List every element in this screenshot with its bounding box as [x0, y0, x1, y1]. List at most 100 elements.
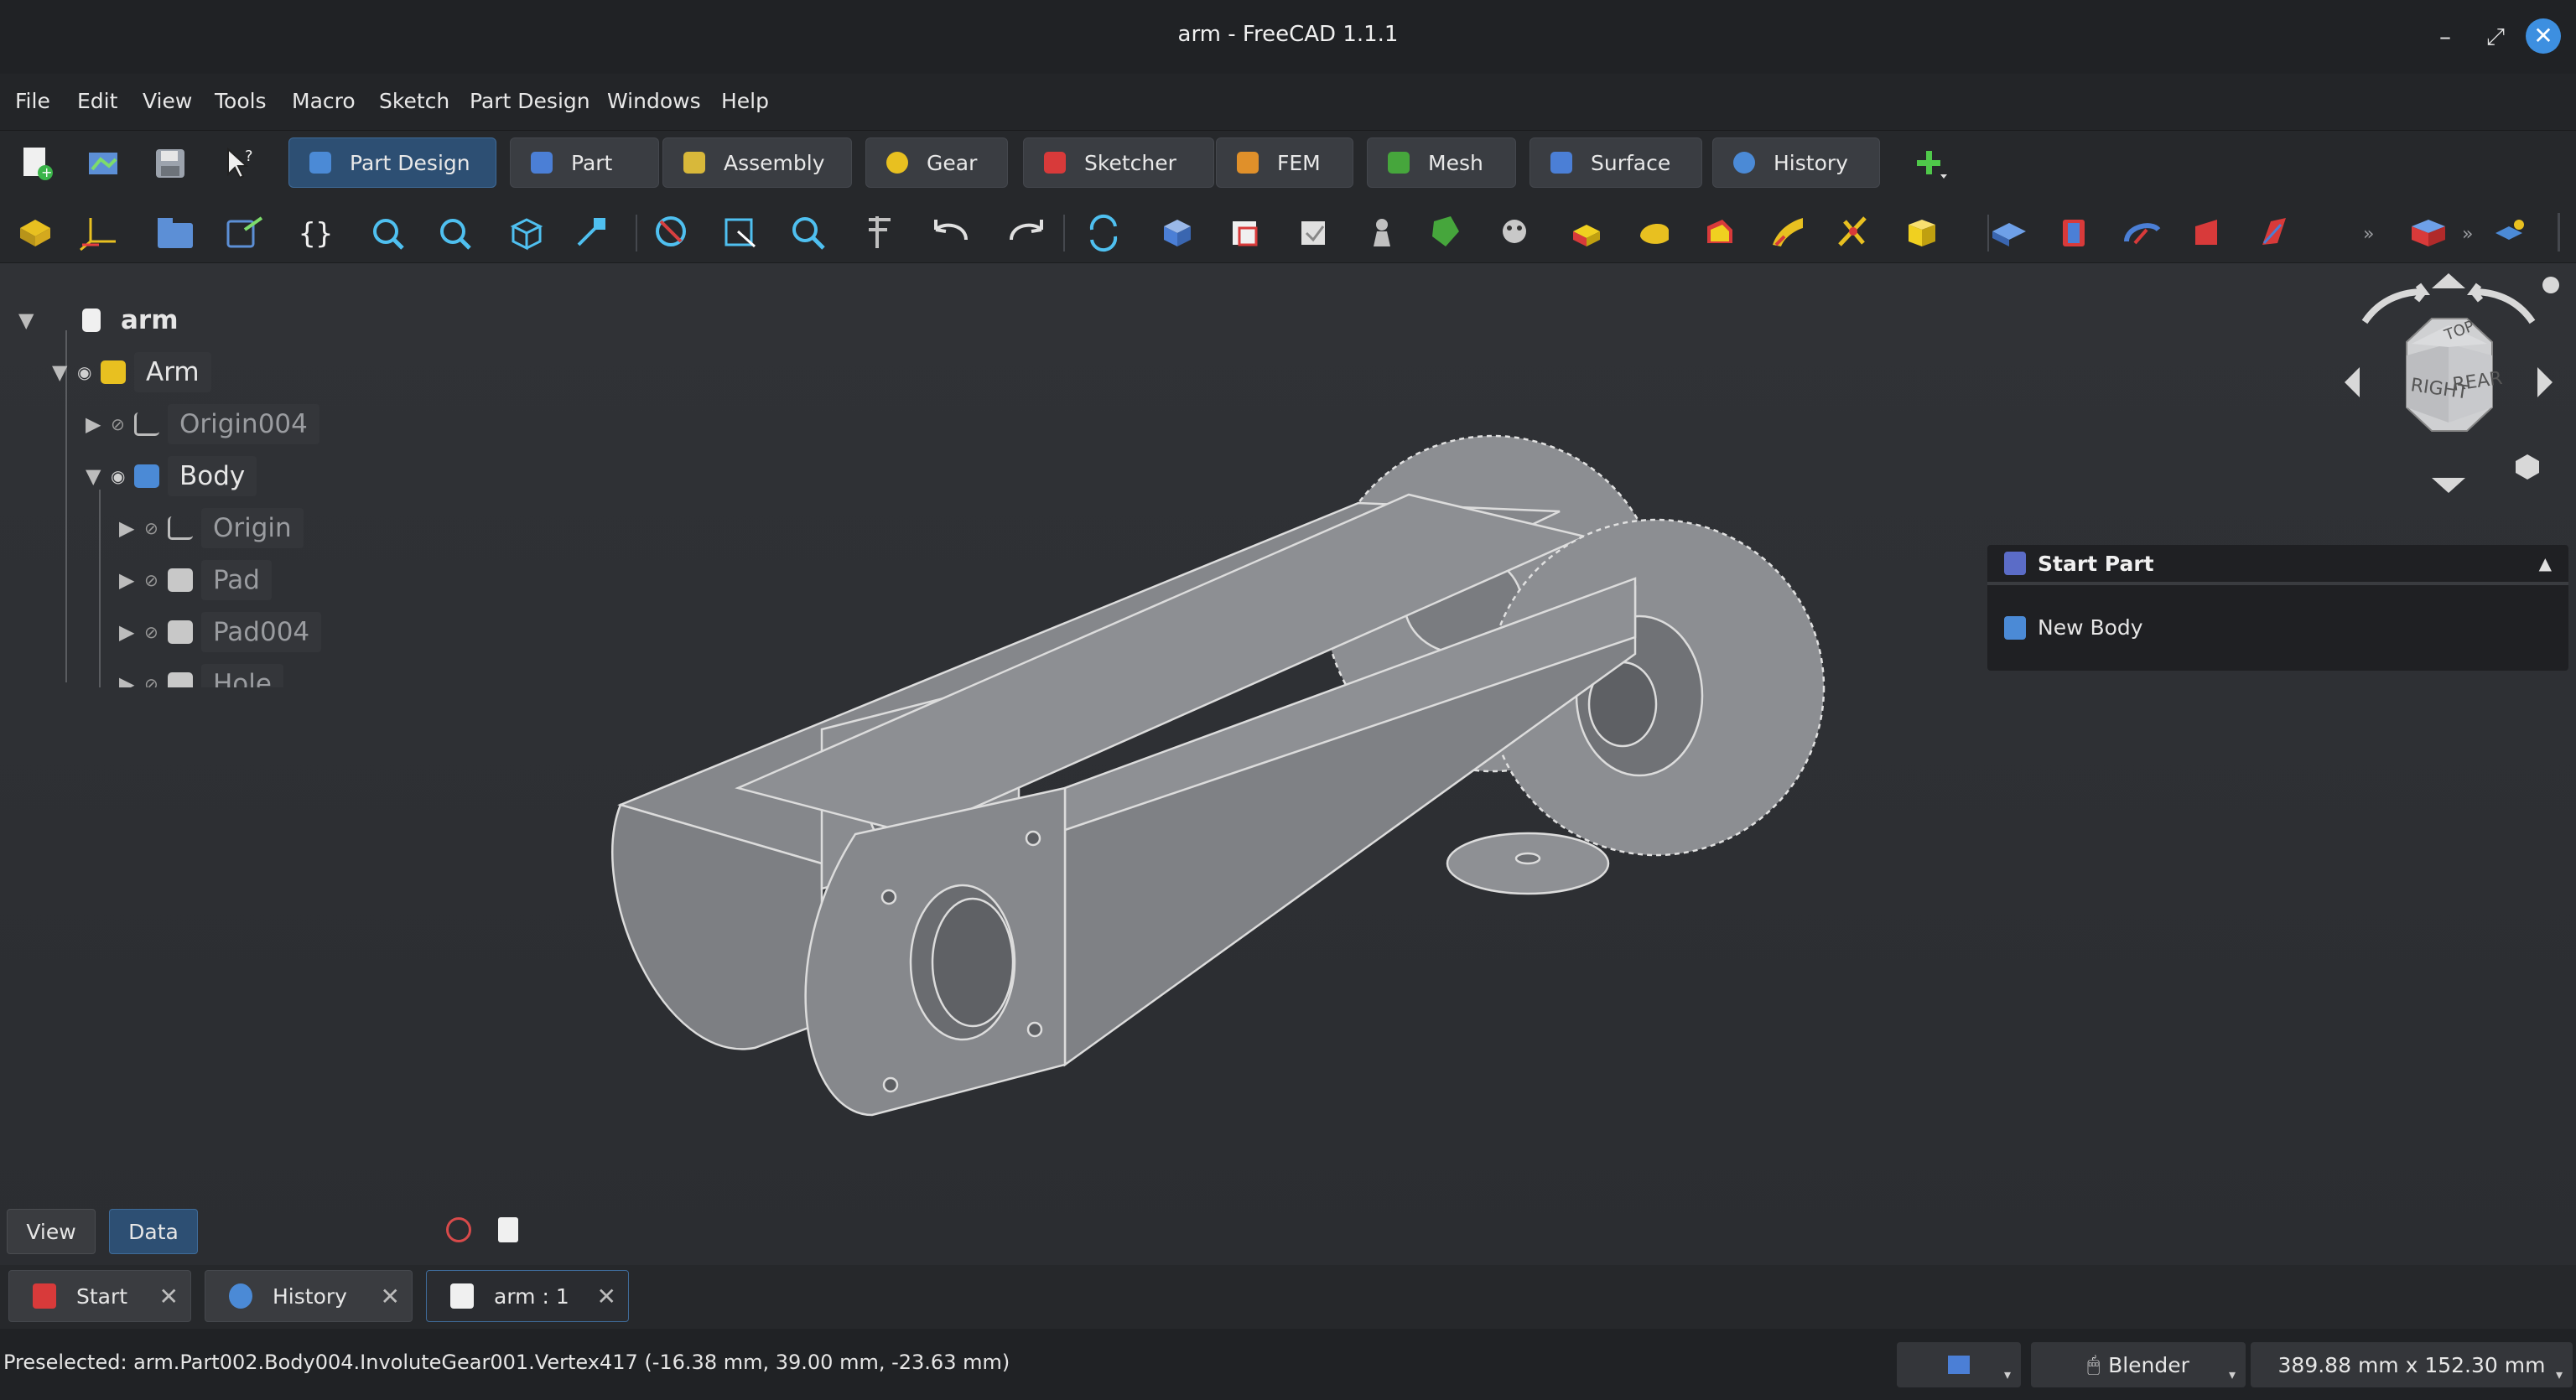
- rotate-left-icon[interactable]: [2361, 283, 2430, 324]
- groove-icon[interactable]: [2124, 223, 2161, 245]
- tree-item-pad004[interactable]: ▶ ⊘ Pad004: [119, 610, 322, 654]
- subtractive-pipe-icon[interactable]: [2262, 218, 2286, 245]
- tab-arm[interactable]: arm : 1 ✕: [426, 1270, 629, 1322]
- fit-selection-icon[interactable]: [440, 219, 471, 250]
- clone-icon[interactable]: [1503, 220, 1526, 243]
- caliper-icon[interactable]: [869, 216, 891, 248]
- subshape-binder-icon[interactable]: [1432, 216, 1459, 246]
- collapse-arrow-icon[interactable]: ▼: [52, 360, 77, 384]
- tab-view[interactable]: View: [7, 1209, 96, 1254]
- whats-this-icon[interactable]: ?: [221, 144, 260, 183]
- tab-assembly[interactable]: Assembly: [662, 137, 852, 188]
- rotate-up-icon[interactable]: [2432, 273, 2465, 288]
- expand-arrow-icon[interactable]: ▶: [119, 568, 144, 592]
- document-icon[interactable]: [498, 1217, 518, 1242]
- expand-arrow-icon[interactable]: ▶: [119, 620, 144, 644]
- pan-right-icon[interactable]: [2537, 367, 2553, 397]
- additive-pipe-icon[interactable]: [1773, 218, 1803, 246]
- tree-item-pad[interactable]: ▶ ⊘ Pad: [119, 558, 272, 602]
- selection-icon[interactable]: [446, 1217, 471, 1242]
- menu-macro[interactable]: Macro: [292, 89, 356, 113]
- menu-tools[interactable]: Tools: [215, 89, 267, 113]
- cube-icon[interactable]: [2516, 454, 2539, 480]
- tab-part[interactable]: Part: [510, 137, 659, 188]
- subtractive-box-icon[interactable]: [2412, 220, 2445, 246]
- close-button[interactable]: ✕: [2526, 18, 2561, 54]
- create-sketch-icon[interactable]: [1233, 221, 1258, 246]
- tab-data[interactable]: Data: [109, 1209, 198, 1254]
- add-workbench-icon[interactable]: [1910, 144, 1949, 183]
- tree-item-origin[interactable]: ▶ ⊘ Origin: [119, 506, 304, 550]
- tab-sketcher[interactable]: Sketcher: [1023, 137, 1214, 188]
- new-body-button[interactable]: New Body: [2004, 615, 2143, 640]
- 3d-view[interactable]: [0, 263, 2576, 1265]
- eye-hidden-icon[interactable]: ⊘: [144, 674, 168, 687]
- expand-arrow-icon[interactable]: ▶: [119, 672, 144, 687]
- redo-icon[interactable]: [1010, 220, 1043, 241]
- undo-icon[interactable]: [934, 220, 968, 241]
- validate-sketch-icon[interactable]: [1301, 221, 1325, 245]
- tree-item-root[interactable]: ▼ arm: [18, 298, 190, 342]
- tree-item-body[interactable]: ▼ ◉ Body: [86, 454, 257, 498]
- additive-loft-icon[interactable]: [1707, 220, 1732, 243]
- menu-edit[interactable]: Edit: [77, 89, 117, 113]
- open-document-icon[interactable]: [84, 144, 122, 183]
- link-icon[interactable]: [226, 216, 263, 248]
- task-panel-header[interactable]: Start Part: [1987, 545, 2568, 585]
- boolean-icon[interactable]: [2496, 220, 2524, 240]
- pan-left-icon[interactable]: [2345, 367, 2360, 397]
- tree-item-origin004[interactable]: ▶ ⊘ Origin004: [86, 402, 319, 446]
- part-icon[interactable]: [20, 220, 50, 246]
- expand-arrow-icon[interactable]: ▶: [86, 412, 111, 436]
- eye-icon[interactable]: ◉: [77, 362, 101, 382]
- rotate-right-icon[interactable]: [2467, 283, 2536, 324]
- maximize-button[interactable]: ⤢: [2477, 18, 2514, 55]
- draw-style-icon[interactable]: [656, 216, 686, 246]
- tab-gear[interactable]: Gear: [865, 137, 1008, 188]
- eye-hidden-icon[interactable]: ⊘: [144, 570, 168, 590]
- tab-history[interactable]: History: [1712, 137, 1880, 188]
- hole-icon[interactable]: [2063, 220, 2085, 246]
- expression-icon[interactable]: {}: [299, 217, 333, 251]
- close-tab-icon[interactable]: ✕: [381, 1283, 400, 1310]
- rotate-down-icon[interactable]: [2432, 478, 2465, 493]
- save-icon[interactable]: [151, 144, 190, 183]
- tab-history[interactable]: History ✕: [205, 1270, 413, 1322]
- overflow-chevron-icon[interactable]: »: [2363, 224, 2374, 245]
- revolution-icon[interactable]: [1640, 224, 1669, 244]
- eye-hidden-icon[interactable]: ⊘: [144, 622, 168, 642]
- collapse-arrow-icon[interactable]: ▼: [86, 464, 111, 488]
- refresh-icon[interactable]: [1089, 214, 1118, 252]
- navigation-cube[interactable]: TOP RIGHT REAR: [2331, 263, 2566, 498]
- pocket-icon[interactable]: [1992, 223, 2026, 246]
- view-menu-icon[interactable]: [2542, 277, 2559, 293]
- shape-binder-icon[interactable]: [1374, 219, 1390, 246]
- tab-mesh[interactable]: Mesh: [1367, 137, 1516, 188]
- subtractive-loft-icon[interactable]: [2195, 220, 2217, 245]
- menu-part-design[interactable]: Part Design: [470, 89, 590, 113]
- navigation-style-dropdown[interactable]: 🖱 Blender ▾: [2031, 1342, 2246, 1387]
- eye-icon[interactable]: ◉: [111, 466, 134, 486]
- isometric-view-icon[interactable]: [510, 218, 543, 251]
- tab-part-design[interactable]: Part Design: [288, 137, 496, 188]
- pad-icon[interactable]: [1573, 225, 1600, 246]
- eye-hidden-icon[interactable]: ⊘: [144, 518, 168, 538]
- zoom-icon[interactable]: [792, 217, 825, 250]
- tab-start[interactable]: Start ✕: [8, 1270, 191, 1322]
- collapse-icon[interactable]: ▲: [2539, 553, 2552, 573]
- close-tab-icon[interactable]: ✕: [597, 1283, 616, 1310]
- tab-surface[interactable]: Surface: [1530, 137, 1702, 188]
- collapse-arrow-icon[interactable]: ▼: [18, 309, 44, 332]
- measure-icon[interactable]: [577, 218, 605, 246]
- additive-helix-icon[interactable]: [1838, 216, 1867, 246]
- draw-style-dropdown[interactable]: ▾: [1897, 1342, 2021, 1387]
- tree-item-hole[interactable]: ▶ ⊘ Hole: [119, 662, 283, 687]
- menu-sketch[interactable]: Sketch: [379, 89, 449, 113]
- close-tab-icon[interactable]: ✕: [159, 1283, 179, 1310]
- menu-windows[interactable]: Windows: [607, 89, 701, 113]
- bounding-box-icon[interactable]: [724, 218, 756, 248]
- menu-help[interactable]: Help: [721, 89, 769, 113]
- datum-axes-icon[interactable]: [80, 218, 116, 251]
- eye-hidden-icon[interactable]: ⊘: [111, 414, 134, 434]
- expand-arrow-icon[interactable]: ▶: [119, 516, 144, 540]
